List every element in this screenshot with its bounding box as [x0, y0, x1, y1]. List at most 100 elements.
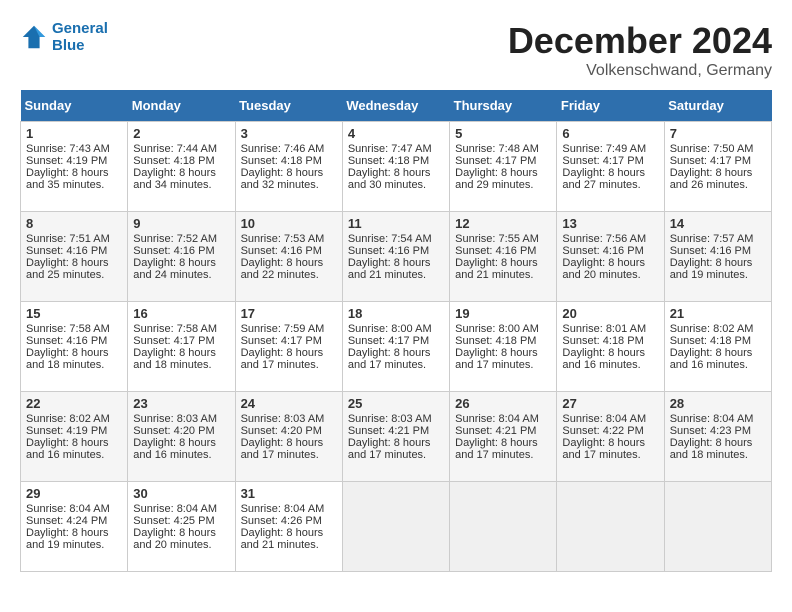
day-number: 11 — [348, 216, 444, 231]
day-info: and 21 minutes. — [348, 269, 444, 281]
day-info: Sunrise: 8:02 AM — [26, 413, 122, 425]
calendar-cell: 25Sunrise: 8:03 AMSunset: 4:21 PMDayligh… — [342, 392, 449, 482]
logo-icon — [20, 23, 48, 51]
day-info: Daylight: 8 hours — [348, 257, 444, 269]
calendar-cell: 13Sunrise: 7:56 AMSunset: 4:16 PMDayligh… — [557, 212, 664, 302]
day-info: and 18 minutes. — [670, 449, 766, 461]
day-info: Daylight: 8 hours — [133, 257, 229, 269]
day-info: Sunset: 4:17 PM — [348, 335, 444, 347]
day-info: Sunset: 4:19 PM — [26, 155, 122, 167]
calendar-table: SundayMondayTuesdayWednesdayThursdayFrid… — [20, 90, 772, 572]
day-info: and 35 minutes. — [26, 179, 122, 191]
calendar-day-header: Saturday — [664, 90, 771, 122]
day-info: and 17 minutes. — [348, 359, 444, 371]
day-info: Sunrise: 8:00 AM — [455, 323, 551, 335]
day-number: 14 — [670, 216, 766, 231]
day-info: Sunset: 4:16 PM — [670, 245, 766, 257]
day-info: Sunset: 4:23 PM — [670, 425, 766, 437]
day-info: Sunrise: 8:01 AM — [562, 323, 658, 335]
day-info: Daylight: 8 hours — [455, 437, 551, 449]
calendar-cell: 10Sunrise: 7:53 AMSunset: 4:16 PMDayligh… — [235, 212, 342, 302]
day-info: Sunset: 4:20 PM — [133, 425, 229, 437]
day-info: Sunrise: 8:04 AM — [26, 503, 122, 515]
day-info: Sunrise: 8:04 AM — [133, 503, 229, 515]
calendar-cell: 12Sunrise: 7:55 AMSunset: 4:16 PMDayligh… — [450, 212, 557, 302]
calendar-cell: 9Sunrise: 7:52 AMSunset: 4:16 PMDaylight… — [128, 212, 235, 302]
day-number: 18 — [348, 306, 444, 321]
calendar-cell: 24Sunrise: 8:03 AMSunset: 4:20 PMDayligh… — [235, 392, 342, 482]
day-info: and 34 minutes. — [133, 179, 229, 191]
title-area: December 2024 Volkenschwand, Germany — [508, 20, 772, 80]
day-info: and 18 minutes. — [26, 359, 122, 371]
day-info: Daylight: 8 hours — [562, 167, 658, 179]
day-info: Sunset: 4:17 PM — [670, 155, 766, 167]
day-number: 12 — [455, 216, 551, 231]
logo-text: General Blue — [52, 20, 108, 54]
day-info: Daylight: 8 hours — [562, 257, 658, 269]
calendar-week-row: 8Sunrise: 7:51 AMSunset: 4:16 PMDaylight… — [21, 212, 772, 302]
calendar-cell: 28Sunrise: 8:04 AMSunset: 4:23 PMDayligh… — [664, 392, 771, 482]
day-number: 23 — [133, 396, 229, 411]
day-info: Sunset: 4:17 PM — [455, 155, 551, 167]
day-number: 25 — [348, 396, 444, 411]
day-info: Sunrise: 7:51 AM — [26, 233, 122, 245]
day-info: Sunrise: 7:55 AM — [455, 233, 551, 245]
day-number: 8 — [26, 216, 122, 231]
calendar-header-row: SundayMondayTuesdayWednesdayThursdayFrid… — [21, 90, 772, 122]
day-number: 9 — [133, 216, 229, 231]
day-info: Sunrise: 7:56 AM — [562, 233, 658, 245]
day-info: Daylight: 8 hours — [26, 347, 122, 359]
day-number: 21 — [670, 306, 766, 321]
calendar-week-row: 22Sunrise: 8:02 AMSunset: 4:19 PMDayligh… — [21, 392, 772, 482]
calendar-day-header: Sunday — [21, 90, 128, 122]
day-info: Daylight: 8 hours — [670, 437, 766, 449]
calendar-cell: 30Sunrise: 8:04 AMSunset: 4:25 PMDayligh… — [128, 482, 235, 572]
calendar-cell: 7Sunrise: 7:50 AMSunset: 4:17 PMDaylight… — [664, 122, 771, 212]
page-header: General Blue December 2024 Volkenschwand… — [20, 20, 772, 80]
month-title: December 2024 — [508, 20, 772, 62]
day-info: Sunset: 4:16 PM — [26, 335, 122, 347]
day-info: Daylight: 8 hours — [455, 167, 551, 179]
day-info: and 17 minutes. — [562, 449, 658, 461]
day-number: 4 — [348, 126, 444, 141]
day-info: Daylight: 8 hours — [241, 167, 337, 179]
day-info: Sunset: 4:18 PM — [241, 155, 337, 167]
day-number: 26 — [455, 396, 551, 411]
day-info: Daylight: 8 hours — [348, 347, 444, 359]
day-info: and 20 minutes. — [133, 539, 229, 551]
day-info: Daylight: 8 hours — [133, 437, 229, 449]
day-info: Sunrise: 7:44 AM — [133, 143, 229, 155]
day-info: Daylight: 8 hours — [562, 437, 658, 449]
day-number: 3 — [241, 126, 337, 141]
day-info: Sunrise: 7:43 AM — [26, 143, 122, 155]
day-info: and 17 minutes. — [241, 449, 337, 461]
calendar-cell: 5Sunrise: 7:48 AMSunset: 4:17 PMDaylight… — [450, 122, 557, 212]
day-info: Sunrise: 8:04 AM — [241, 503, 337, 515]
day-info: and 19 minutes. — [26, 539, 122, 551]
day-info: Daylight: 8 hours — [241, 257, 337, 269]
calendar-cell: 15Sunrise: 7:58 AMSunset: 4:16 PMDayligh… — [21, 302, 128, 392]
calendar-day-header: Wednesday — [342, 90, 449, 122]
day-info: Sunset: 4:16 PM — [455, 245, 551, 257]
day-number: 31 — [241, 486, 337, 501]
day-number: 6 — [562, 126, 658, 141]
calendar-day-header: Thursday — [450, 90, 557, 122]
day-info: Sunrise: 7:57 AM — [670, 233, 766, 245]
calendar-cell: 23Sunrise: 8:03 AMSunset: 4:20 PMDayligh… — [128, 392, 235, 482]
day-info: Daylight: 8 hours — [241, 527, 337, 539]
day-info: and 21 minutes. — [241, 539, 337, 551]
calendar-day-header: Friday — [557, 90, 664, 122]
calendar-cell: 16Sunrise: 7:58 AMSunset: 4:17 PMDayligh… — [128, 302, 235, 392]
day-info: Sunset: 4:16 PM — [26, 245, 122, 257]
calendar-cell: 6Sunrise: 7:49 AMSunset: 4:17 PMDaylight… — [557, 122, 664, 212]
day-info: Daylight: 8 hours — [26, 257, 122, 269]
day-info: Sunset: 4:16 PM — [241, 245, 337, 257]
day-info: and 30 minutes. — [348, 179, 444, 191]
day-number: 2 — [133, 126, 229, 141]
day-number: 19 — [455, 306, 551, 321]
day-info: and 16 minutes. — [26, 449, 122, 461]
day-info: Daylight: 8 hours — [348, 437, 444, 449]
day-number: 24 — [241, 396, 337, 411]
calendar-day-header: Tuesday — [235, 90, 342, 122]
calendar-week-row: 1Sunrise: 7:43 AMSunset: 4:19 PMDaylight… — [21, 122, 772, 212]
